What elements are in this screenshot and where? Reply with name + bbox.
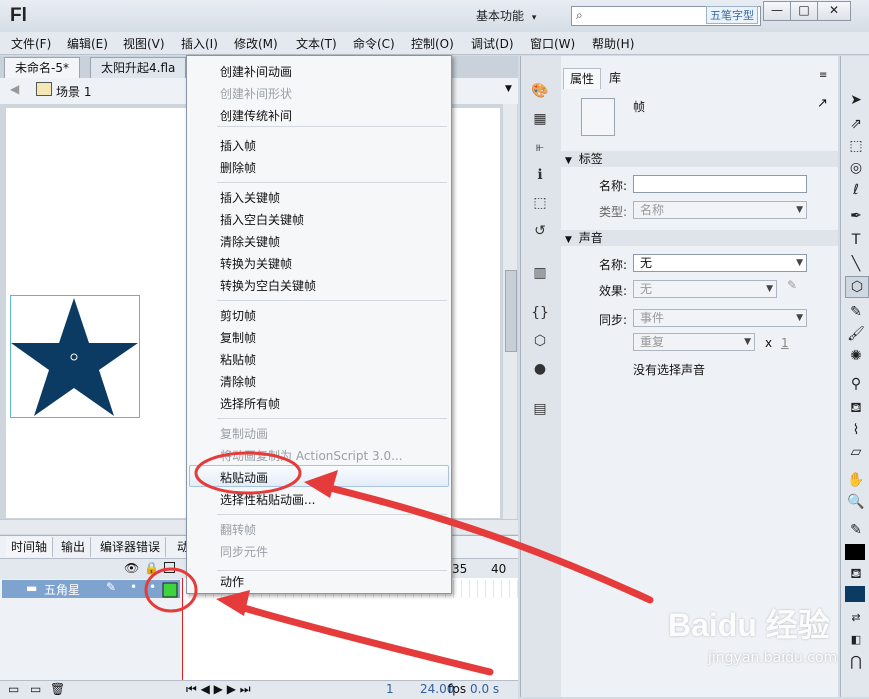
highlight-circle-menu — [194, 451, 302, 495]
annotation-arrowhead-keyframe — [216, 590, 250, 616]
baidu-url: jingyan.baidu.com — [708, 650, 838, 666]
keyframe-cell[interactable] — [162, 582, 178, 598]
annotation-overlay — [144, 451, 654, 676]
annotation-arrow-menu — [318, 482, 654, 604]
baidu-watermark: Baidu 经验 — [668, 607, 830, 643]
annotation-arrowhead-menu — [304, 470, 338, 498]
annotation-arrow-keyframe — [230, 601, 494, 676]
